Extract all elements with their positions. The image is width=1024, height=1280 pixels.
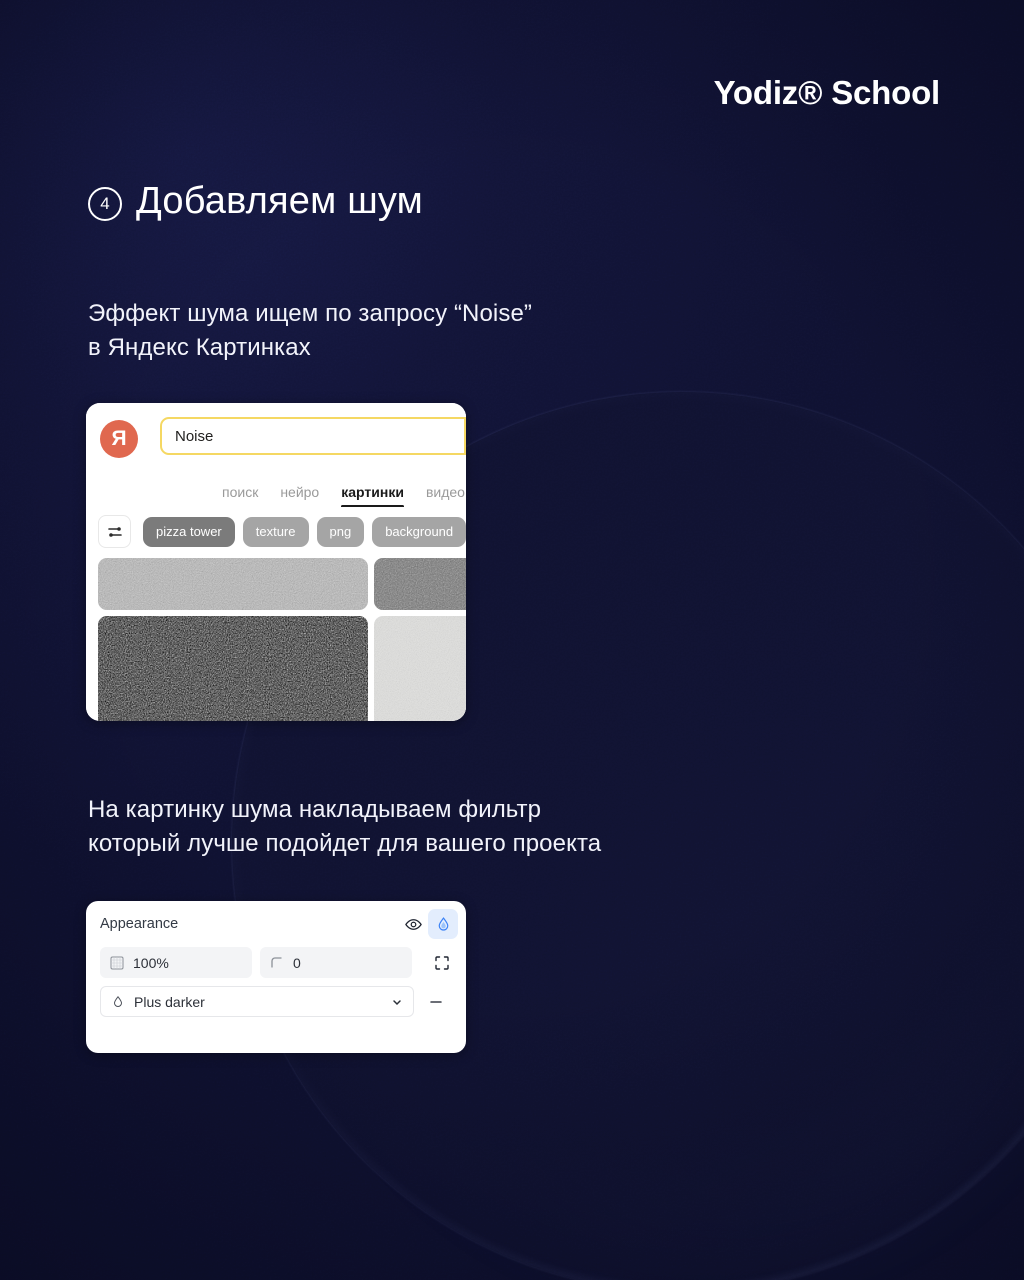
yandex-logo-icon[interactable]: Я	[100, 420, 138, 458]
yandex-filter-chip-bar: pizza tower texture png background eff	[86, 507, 466, 558]
blend-droplet-icon	[114, 995, 122, 1007]
expand-icon[interactable]	[428, 949, 456, 977]
figma-appearance-panel: Appearance 100% 0 Plus darker	[86, 901, 466, 1053]
opacity-field[interactable]: 100%	[100, 947, 252, 978]
brand-logo-text: Yodiz® School	[713, 74, 941, 111]
corner-radius-icon	[271, 956, 282, 968]
instruction-text-filter: На картинку шума накладываем фильтр кото…	[88, 796, 602, 858]
appearance-row-values: 100% 0	[86, 947, 466, 978]
chip-background[interactable]: background	[372, 516, 466, 547]
yandex-topbar: Я Noise	[86, 403, 466, 473]
result-thumb-dark-gray-noise[interactable]	[374, 558, 466, 610]
minus-icon[interactable]	[422, 988, 450, 1016]
opacity-value: 100%	[133, 954, 169, 971]
chip-pizza-tower[interactable]: pizza tower	[143, 516, 235, 547]
step-number-badge: 4	[88, 186, 122, 221]
yandex-search-wrapper: Noise	[160, 417, 466, 455]
slide-root: Yodiz® School 4 Добавляем шум Эффект шум…	[0, 0, 1024, 1280]
result-thumb-light-gray-noise[interactable]	[98, 558, 368, 610]
chip-png[interactable]: png	[316, 516, 365, 547]
instruction-text-search: Эффект шума ищем по запросу “Noise” в Ян…	[88, 300, 532, 362]
tab-poisk[interactable]: поиск	[222, 484, 258, 507]
opacity-grid-icon	[110, 956, 124, 969]
panel-title: Appearance	[100, 916, 179, 932]
chevron-down-icon	[393, 999, 401, 1005]
result-thumb-white-grain-noise[interactable]	[374, 616, 466, 721]
eye-icon[interactable]	[398, 909, 428, 939]
search-input[interactable]: Noise	[160, 417, 466, 455]
appearance-row-blend: Plus darker	[86, 986, 466, 1017]
yandex-tab-bar: поиск нейро картинки видео карты	[86, 473, 466, 507]
tab-kartinki[interactable]: картинки	[341, 484, 404, 507]
result-thumb-black-static-noise[interactable]	[98, 616, 368, 721]
blend-mode-value: Plus darker	[134, 993, 205, 1010]
page-title-text: Добавляем шум	[136, 180, 423, 222]
yandex-results-grid	[86, 558, 466, 721]
tab-neuro[interactable]: нейро	[280, 484, 319, 507]
sliders-icon[interactable]	[98, 515, 131, 548]
droplet-icon[interactable]	[428, 909, 458, 939]
chip-texture[interactable]: texture	[242, 516, 309, 547]
blend-mode-select[interactable]: Plus darker	[100, 986, 414, 1017]
tab-video[interactable]: видео	[426, 484, 465, 507]
appearance-header: Appearance	[86, 901, 466, 947]
page-title: 4 Добавляем шум	[88, 180, 423, 223]
corner-radius-field[interactable]: 0	[260, 947, 412, 978]
corner-radius-value: 0	[293, 954, 301, 971]
yandex-images-screenshot: Я Noise поиск нейро картинки видео карты…	[86, 403, 466, 721]
